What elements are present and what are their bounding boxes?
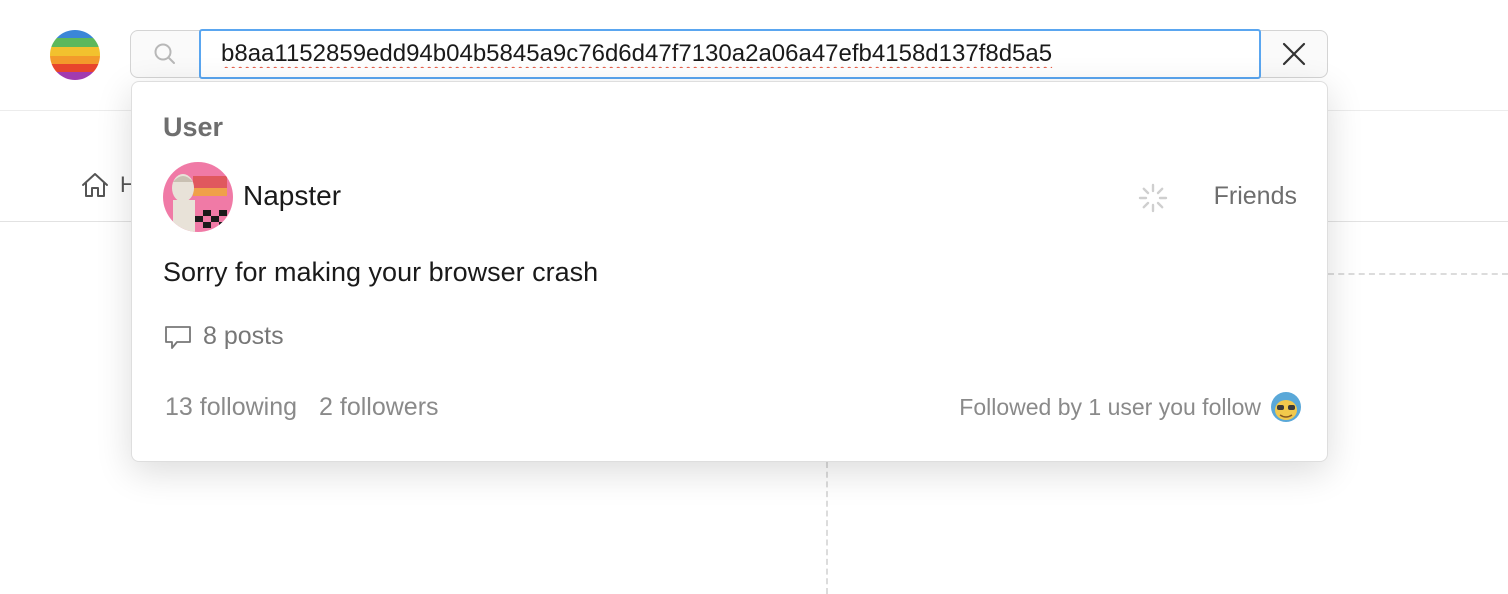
section-title: User (163, 112, 224, 142)
follow-counts: 13 following 2 followers (165, 393, 439, 422)
dashed-divider-vertical (826, 462, 828, 594)
posts-label: 8 posts (203, 322, 284, 350)
friends-status-label: Friends (1213, 182, 1297, 210)
search-icon (131, 31, 199, 77)
user-name[interactable]: Napster (243, 180, 341, 212)
clear-search-button[interactable] (1261, 31, 1327, 77)
followers-count[interactable]: 2 followers (319, 393, 439, 421)
search-bar (130, 29, 1328, 79)
home-icon (82, 173, 108, 197)
close-icon (1282, 42, 1306, 66)
mutual-follower-avatar[interactable] (1271, 392, 1301, 422)
app-logo[interactable] (50, 30, 100, 80)
loading-spinner-icon (1137, 182, 1169, 214)
nav-home-link[interactable]: H (80, 171, 136, 199)
following-count[interactable]: 13 following (165, 393, 297, 421)
page: H User Napster (0, 0, 1508, 594)
followed-by-label: Followed by 1 user you follow (959, 393, 1261, 420)
user-avatar[interactable] (163, 162, 233, 232)
dashed-divider (1328, 273, 1508, 275)
user-bio: Sorry for making your browser crash (163, 257, 599, 287)
search-input[interactable] (199, 29, 1261, 79)
comment-icon (165, 325, 191, 349)
search-results-dropdown: User Napster Friends Sorry for making yo… (131, 81, 1328, 462)
posts-count[interactable]: 8 posts (163, 322, 284, 351)
followed-by: Followed by 1 user you follow (959, 392, 1301, 422)
